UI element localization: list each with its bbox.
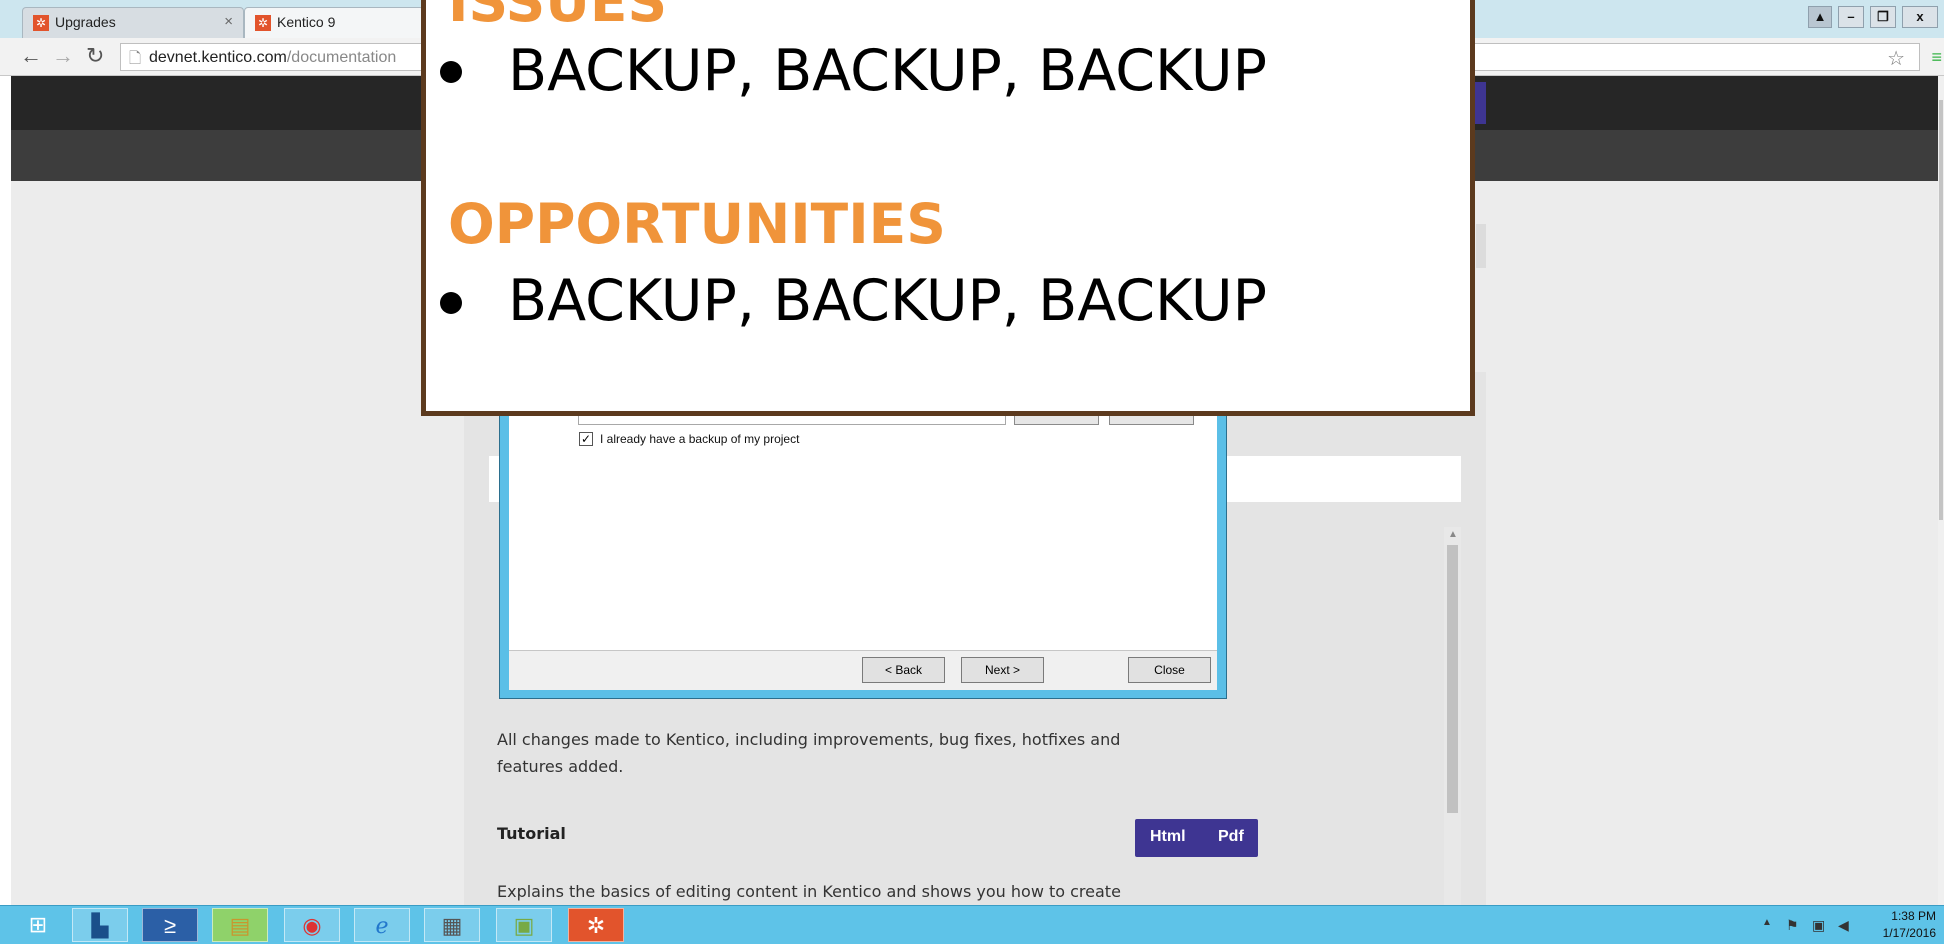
slide-overlay: ISSUES BACKUP, BACKUP, BACKUP OPPORTUNIT… [421, 0, 1475, 416]
close-icon[interactable]: × [224, 13, 233, 30]
windows-taskbar: ⊞ ▙ ≥ ▤ ◉ ℯ ▦ ▣ ✲ ▲ ⚑ ▣ ◀ 1:38 PM 1/17/2… [0, 905, 1944, 944]
file-explorer-icon[interactable]: ▤ [212, 908, 268, 942]
opportunities-heading: OPPORTUNITIES [448, 192, 946, 256]
forward-arrow-icon[interactable]: → [52, 43, 74, 69]
pdf-link[interactable]: Pdf [1218, 828, 1244, 846]
kentico-icon[interactable]: ✲ [568, 908, 624, 942]
reload-icon[interactable]: ↻ [86, 43, 104, 69]
tab-label: Upgrades [55, 14, 116, 30]
back-arrow-icon[interactable]: ← [20, 43, 42, 69]
close-button[interactable]: Close [1128, 657, 1211, 683]
url-text: devnet.kentico.com/documentation [149, 49, 396, 67]
start-icon[interactable]: ⊞ [10, 908, 66, 942]
already-backup-label: I already have a backup of my project [600, 432, 800, 446]
tray-arrow-icon[interactable]: ▲ [1762, 917, 1772, 928]
volume-icon[interactable]: ◀ [1838, 917, 1849, 934]
bullet-icon [440, 61, 462, 83]
opportunities-bullet: BACKUP, BACKUP, BACKUP [508, 268, 1267, 334]
network-icon[interactable]: ▣ [1812, 917, 1825, 934]
internet-explorer-icon[interactable]: ℯ [354, 908, 410, 942]
installer-icon[interactable]: ▦ [424, 908, 480, 942]
powershell-icon[interactable]: ≥ [142, 908, 198, 942]
chrome-icon[interactable]: ◉ [284, 908, 340, 942]
panel-scrollbar-thumb[interactable] [1447, 545, 1458, 813]
close-window-button[interactable]: x [1902, 6, 1938, 28]
issues-heading: ISSUES [448, 0, 668, 34]
minimize-button[interactable]: – [1838, 6, 1864, 28]
scroll-up-arrow-icon[interactable]: ▲ [1448, 529, 1458, 540]
page-scrollbar-thumb[interactable] [1939, 100, 1943, 520]
tab-kentico-9[interactable]: ✲ Kentico 9 [244, 7, 424, 38]
action-center-icon[interactable]: ⚑ [1786, 917, 1799, 934]
html-link[interactable]: Html [1150, 828, 1186, 846]
clock-date: 1/17/2016 [1882, 926, 1936, 940]
url-host: devnet.kentico.com [149, 49, 287, 66]
panel-edge [1476, 224, 1486, 268]
url-path: /documentation [286, 49, 397, 66]
tutorial-heading: Tutorial [497, 824, 566, 843]
bookmark-star-icon[interactable]: ☆ [1887, 46, 1905, 71]
restore-button[interactable]: ❐ [1870, 6, 1896, 28]
kentico-icon: ✲ [255, 15, 271, 31]
user-profile-icon[interactable]: ▲ [1808, 6, 1832, 28]
issues-bullet: BACKUP, BACKUP, BACKUP [508, 38, 1267, 104]
clock[interactable]: 1:38 PM 1/17/2016 [1883, 908, 1936, 942]
app-icon[interactable]: ▣ [496, 908, 552, 942]
kentico-icon: ✲ [33, 15, 49, 31]
clock-time: 1:38 PM [1891, 909, 1936, 923]
tutorial-format-buttons: Html Pdf [1135, 819, 1258, 857]
page-icon: 🗋 [129, 50, 142, 67]
tab-label: Kentico 9 [277, 14, 336, 30]
next-button[interactable]: Next > [961, 657, 1044, 683]
already-backup-checkbox[interactable]: ✓ [579, 432, 593, 446]
tutorial-description: Explains the basics of editing content i… [497, 882, 1121, 901]
server-manager-icon[interactable]: ▙ [72, 908, 128, 942]
back-button[interactable]: < Back [862, 657, 945, 683]
changes-description: All changes made to Kentico, including i… [497, 730, 1121, 776]
menu-icon[interactable]: ≡ [1931, 47, 1942, 68]
bullet-icon [440, 292, 462, 314]
tab-upgrades[interactable]: ✲ Upgrades × [22, 7, 244, 38]
